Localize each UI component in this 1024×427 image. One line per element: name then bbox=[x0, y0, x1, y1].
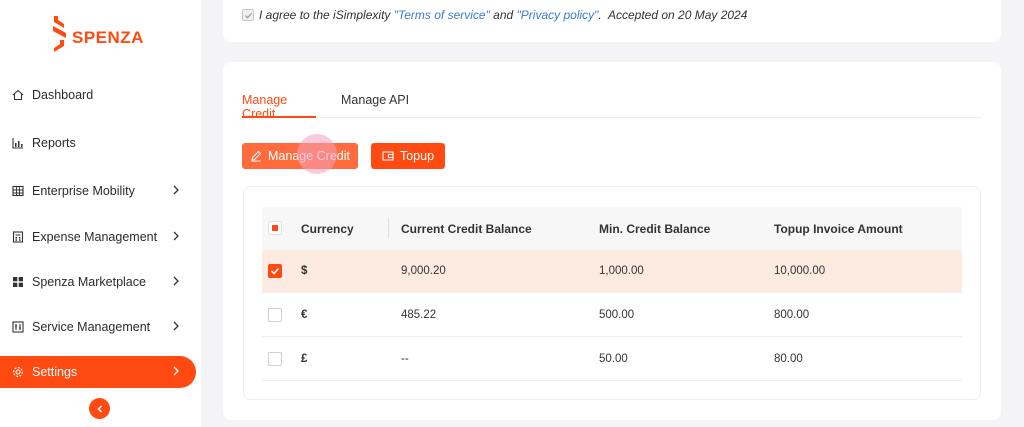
wallet-icon bbox=[382, 150, 394, 162]
credit-table: Currency Current Credit Balance Min. Cre… bbox=[243, 186, 981, 400]
privacy-policy-link[interactable]: "Privacy policy" bbox=[517, 8, 599, 22]
cell-current-credit-balance: -- bbox=[401, 353, 409, 365]
manage-credit-button-label: Manage Credit bbox=[268, 149, 350, 163]
tab-manage-api[interactable]: Manage API bbox=[341, 93, 409, 118]
cell-currency: £ bbox=[301, 353, 308, 365]
agreement-and: and bbox=[489, 8, 517, 22]
chevron-right-icon bbox=[173, 321, 179, 331]
cell-topup-invoice-amount: 80.00 bbox=[774, 353, 803, 365]
table-row[interactable]: $ 9,000.20 1,000.00 10,000.00 bbox=[262, 250, 962, 293]
spenza-logo-icon bbox=[53, 16, 66, 52]
tab-manage-credit[interactable]: Manage Credit bbox=[242, 93, 316, 121]
check-icon bbox=[244, 12, 252, 19]
column-header-current-credit-balance[interactable]: Current Credit Balance bbox=[401, 222, 532, 236]
cell-currency: $ bbox=[301, 265, 308, 277]
sidebar-item-settings[interactable]: Settings bbox=[0, 356, 196, 388]
agreement-line: I agree to the iSimplexity "Terms of ser… bbox=[242, 8, 747, 22]
sidebar: SPENZA Dashboard Reports Enterprise Mobi… bbox=[0, 0, 201, 427]
sidebar-item-label: Reports bbox=[32, 136, 76, 150]
sidebar-item-enterprise-mobility[interactable]: Enterprise Mobility bbox=[0, 175, 196, 207]
table-header: Currency Current Credit Balance Min. Cre… bbox=[262, 207, 962, 250]
cell-current-credit-balance: 485.22 bbox=[401, 309, 437, 321]
calculator-icon bbox=[12, 231, 24, 243]
terms-of-service-link[interactable]: "Terms of service" bbox=[394, 8, 490, 22]
agreement-prefix: I agree to the iSimplexity bbox=[259, 8, 394, 22]
home-icon bbox=[12, 89, 24, 101]
agreement-checkbox[interactable] bbox=[242, 9, 254, 21]
sidebar-item-label: Dashboard bbox=[32, 88, 94, 102]
tools-icon bbox=[12, 321, 24, 333]
cell-current-credit-balance: 9,000.20 bbox=[401, 265, 446, 277]
sidebar-item-expense-management[interactable]: Expense Management bbox=[0, 221, 196, 253]
cell-currency: € bbox=[301, 309, 308, 321]
sidebar-item-spenza-marketplace[interactable]: Spenza Marketplace bbox=[0, 266, 196, 298]
sidebar-collapse-button[interactable] bbox=[89, 398, 110, 419]
tab-bar: Manage Credit Manage API bbox=[242, 92, 982, 121]
sidebar-item-label: Enterprise Mobility bbox=[32, 184, 135, 198]
sidebar-item-label: Expense Management bbox=[32, 230, 158, 244]
row-checkbox[interactable] bbox=[268, 308, 282, 322]
gear-icon bbox=[12, 366, 24, 378]
sidebar-item-dashboard[interactable]: Dashboard bbox=[0, 79, 196, 111]
sidebar-item-label: Service Management bbox=[32, 320, 151, 334]
apps-icon bbox=[12, 276, 24, 288]
column-divider bbox=[388, 218, 389, 238]
spenza-logo[interactable]: SPENZA bbox=[50, 14, 144, 54]
manage-credit-button[interactable]: Manage Credit bbox=[242, 143, 358, 169]
manage-credit-card: Manage Credit Manage API Manage Credit T… bbox=[223, 62, 1001, 420]
pencil-icon bbox=[250, 150, 262, 162]
sidebar-item-label: Settings bbox=[32, 365, 78, 379]
row-checkbox[interactable] bbox=[268, 264, 282, 278]
cell-topup-invoice-amount: 800.00 bbox=[774, 309, 810, 321]
table-row[interactable]: € 485.22 500.00 800.00 bbox=[262, 294, 962, 337]
grid-icon bbox=[12, 185, 24, 197]
column-header-min-credit-balance[interactable]: Min. Credit Balance bbox=[599, 222, 710, 236]
sidebar-item-service-management[interactable]: Service Management bbox=[0, 311, 196, 343]
check-icon bbox=[270, 267, 280, 275]
topup-button-label: Topup bbox=[399, 149, 435, 163]
bar-chart-icon bbox=[12, 137, 24, 149]
column-header-currency[interactable]: Currency bbox=[301, 222, 354, 236]
row-checkbox[interactable] bbox=[268, 352, 282, 366]
chevron-right-icon bbox=[173, 276, 179, 286]
cell-min-credit-balance: 1,000.00 bbox=[599, 265, 644, 277]
chevron-left-icon bbox=[96, 404, 102, 413]
cell-min-credit-balance: 50.00 bbox=[599, 353, 628, 365]
select-all-checkbox[interactable] bbox=[268, 221, 282, 235]
cell-topup-invoice-amount: 10,000.00 bbox=[774, 265, 826, 277]
agreement-card: I agree to the iSimplexity "Terms of ser… bbox=[223, 0, 1001, 42]
chevron-right-icon bbox=[173, 185, 179, 195]
cell-min-credit-balance: 500.00 bbox=[599, 309, 635, 321]
topup-button[interactable]: Topup bbox=[371, 143, 445, 169]
column-header-topup-invoice-amount[interactable]: Topup Invoice Amount bbox=[774, 222, 903, 236]
agreement-suffix: . Accepted on 20 May 2024 bbox=[598, 8, 748, 22]
brand-name: SPENZA bbox=[72, 28, 144, 47]
sidebar-item-label: Spenza Marketplace bbox=[32, 275, 146, 289]
sidebar-item-reports[interactable]: Reports bbox=[0, 127, 196, 159]
table-row[interactable]: £ -- 50.00 80.00 bbox=[262, 338, 962, 381]
chevron-right-icon bbox=[173, 366, 179, 376]
chevron-right-icon bbox=[173, 231, 179, 241]
